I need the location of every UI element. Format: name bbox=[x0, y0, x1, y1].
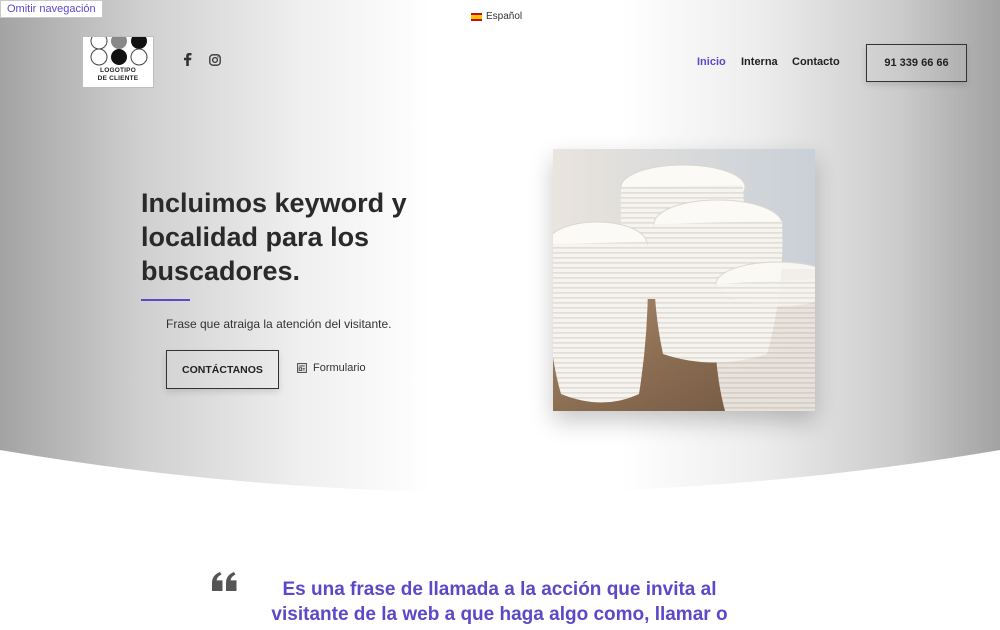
spain-flag-icon bbox=[471, 12, 482, 21]
hero-headline: Incluimos keyword y localidad para los b… bbox=[141, 188, 407, 286]
phone-button[interactable]: 91 339 66 66 bbox=[866, 44, 967, 82]
nav-item-contacto[interactable]: Contacto bbox=[792, 56, 840, 68]
logo-line-1: LOGOTIPO bbox=[100, 67, 136, 74]
instagram-icon[interactable] bbox=[209, 53, 221, 71]
headline-accent-divider bbox=[141, 299, 190, 301]
logo-line-2: DE CLIENTE bbox=[97, 75, 139, 82]
contact-cta-button[interactable]: CONTÁCTANOS bbox=[166, 350, 279, 389]
language-label: Español bbox=[486, 11, 523, 22]
hero-subtitle: Frase que atraiga la atención del visita… bbox=[166, 317, 392, 331]
client-logo[interactable]: LOGOTIPO DE CLIENTE bbox=[82, 36, 154, 88]
call-to-action-quote: Es una frase de llamada a la acción que … bbox=[271, 579, 728, 625]
form-icon bbox=[297, 363, 307, 373]
form-link-label: Formulario bbox=[313, 362, 366, 374]
skip-navigation-link[interactable]: Omitir navegación bbox=[0, 0, 103, 18]
facebook-icon[interactable] bbox=[183, 53, 192, 71]
form-link[interactable]: Formulario bbox=[297, 362, 366, 374]
logo-text: LOGOTIPO DE CLIENTE bbox=[83, 67, 153, 83]
hero-bottom-curve bbox=[0, 450, 1000, 510]
quote-icon bbox=[212, 572, 237, 591]
nav-item-inicio[interactable]: Inicio bbox=[697, 56, 726, 68]
nav-item-interna[interactable]: Interna bbox=[741, 56, 778, 68]
language-selector[interactable]: Español bbox=[471, 11, 522, 22]
hero-image-ceramic-cups bbox=[553, 149, 815, 411]
